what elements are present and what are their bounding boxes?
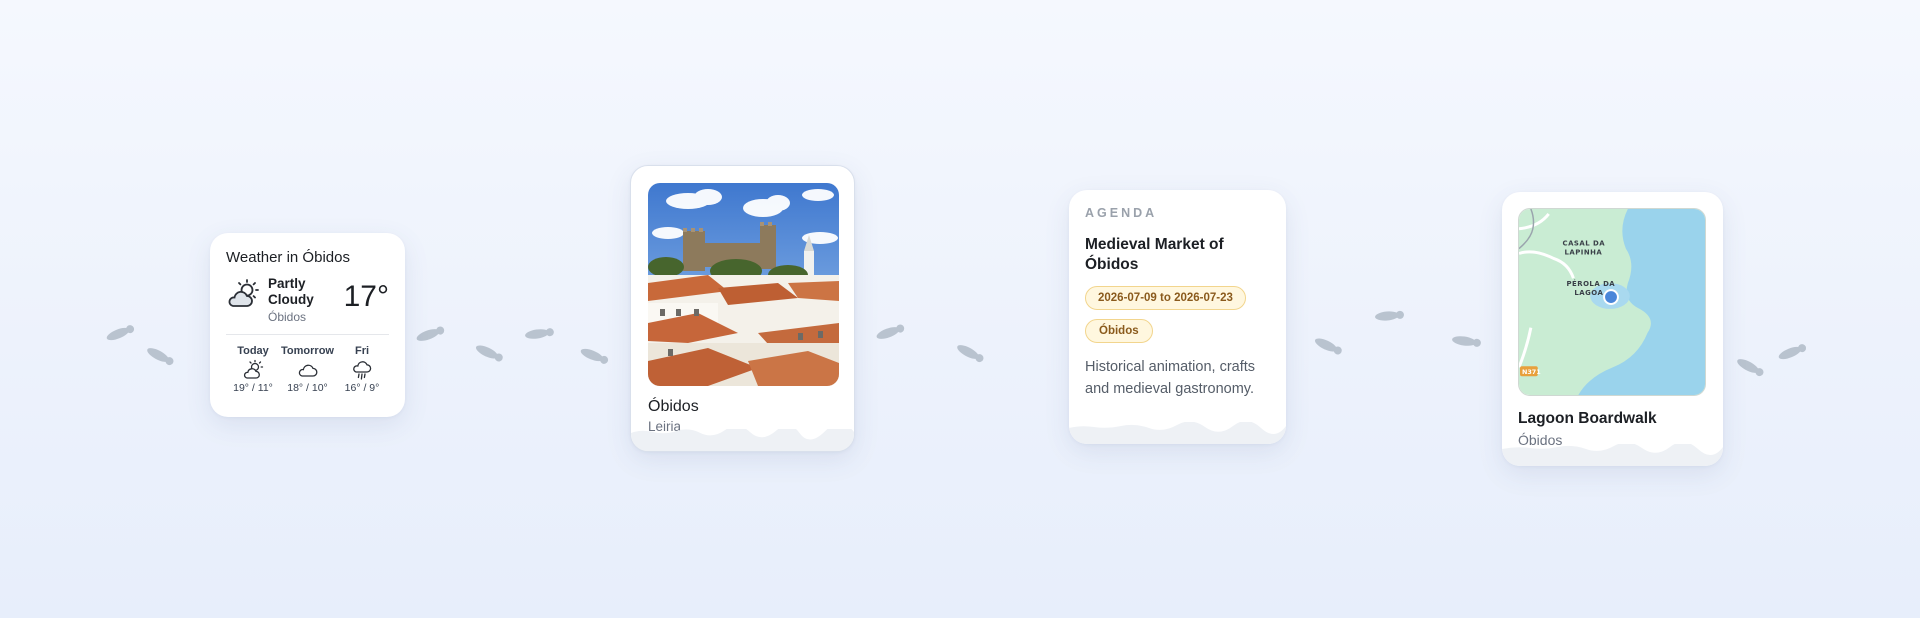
footprint-icon [1778,344,1807,360]
forecast-day-name: Tomorrow [281,345,334,357]
footprint-icon [525,328,554,339]
rain-icon [353,361,372,380]
forecast-temps: 19° / 11° [233,382,273,394]
map-label: LAPINHA [1565,249,1603,257]
map-label: PÉROLA DA [1566,279,1615,288]
weather-location: Óbidos [268,310,307,324]
forecast-day: Today 19° / 11° [226,345,280,394]
weather-current: Partly Cloudy Óbidos 17° [226,276,389,326]
agenda-label: AGENDA [1085,206,1158,220]
footprint-icon [876,324,905,339]
weather-card[interactable]: Weather in Óbidos Partly Cloudy Óbidos 1… [210,233,405,417]
forecast-day: Tomorrow 18° / 10° [281,345,335,394]
map-label: CASAL DA [1563,240,1606,248]
forecast-day: Fri 16° / 9° [335,345,389,394]
event-dates-badge: 2026-07-09 to 2026-07-23 [1085,286,1246,310]
weather-title: Weather in Óbidos [226,249,350,266]
footprint-icon [416,326,445,341]
agenda-card[interactable]: AGENDA Medieval Market of Óbidos 2026-07… [1069,190,1286,444]
location-map[interactable]: CASAL DA LAPINHA PÉROLA DA LAGOA N371 [1518,208,1706,396]
place-card[interactable]: CASAL DA LAPINHA PÉROLA DA LAGOA N371 La… [1502,192,1723,466]
weather-forecast: Today 19° / 11° Tomorrow 18° / 10° Fri 1… [226,345,389,394]
place-name: Lagoon Boardwalk [1518,410,1657,427]
cloud-icon [298,364,317,377]
forecast-temps: 16° / 9° [344,382,380,394]
destination-card[interactable]: Óbidos Leiria [630,165,855,452]
map-label: LAGOA [1574,289,1603,297]
current-temperature: 17° [343,280,389,313]
event-location-badge: Óbidos [1085,319,1153,343]
footprint-icon [475,345,503,362]
forecast-temps: 18° / 10° [287,382,328,394]
location-pin-icon[interactable] [1603,289,1619,305]
town-photo [648,183,839,386]
footprint-icon [580,348,609,364]
footprint-icon [147,348,174,366]
road-label: N371 [1522,368,1541,376]
partly-sunny-icon [243,359,264,379]
divider [226,334,389,335]
footprint-icon [1375,310,1404,321]
event-title: Medieval Market of Óbidos [1085,236,1224,273]
forecast-day-name: Fri [354,345,370,357]
footprint-icon [106,325,135,341]
weather-condition: Partly Cloudy [268,276,314,307]
destination-region: Leiria [648,419,682,434]
footprint-icon [1452,336,1481,347]
event-description: Historical animation, crafts and medieva… [1085,359,1256,397]
footprint-icon [1314,338,1342,355]
footprint-icon [1737,359,1764,377]
place-region: Óbidos [1518,432,1563,448]
footprint-icon [957,345,984,363]
forecast-day-name: Today [237,345,269,357]
partly-cloudy-icon [228,279,259,307]
destination-name: Óbidos [648,398,699,415]
torn-edge [1069,422,1286,444]
